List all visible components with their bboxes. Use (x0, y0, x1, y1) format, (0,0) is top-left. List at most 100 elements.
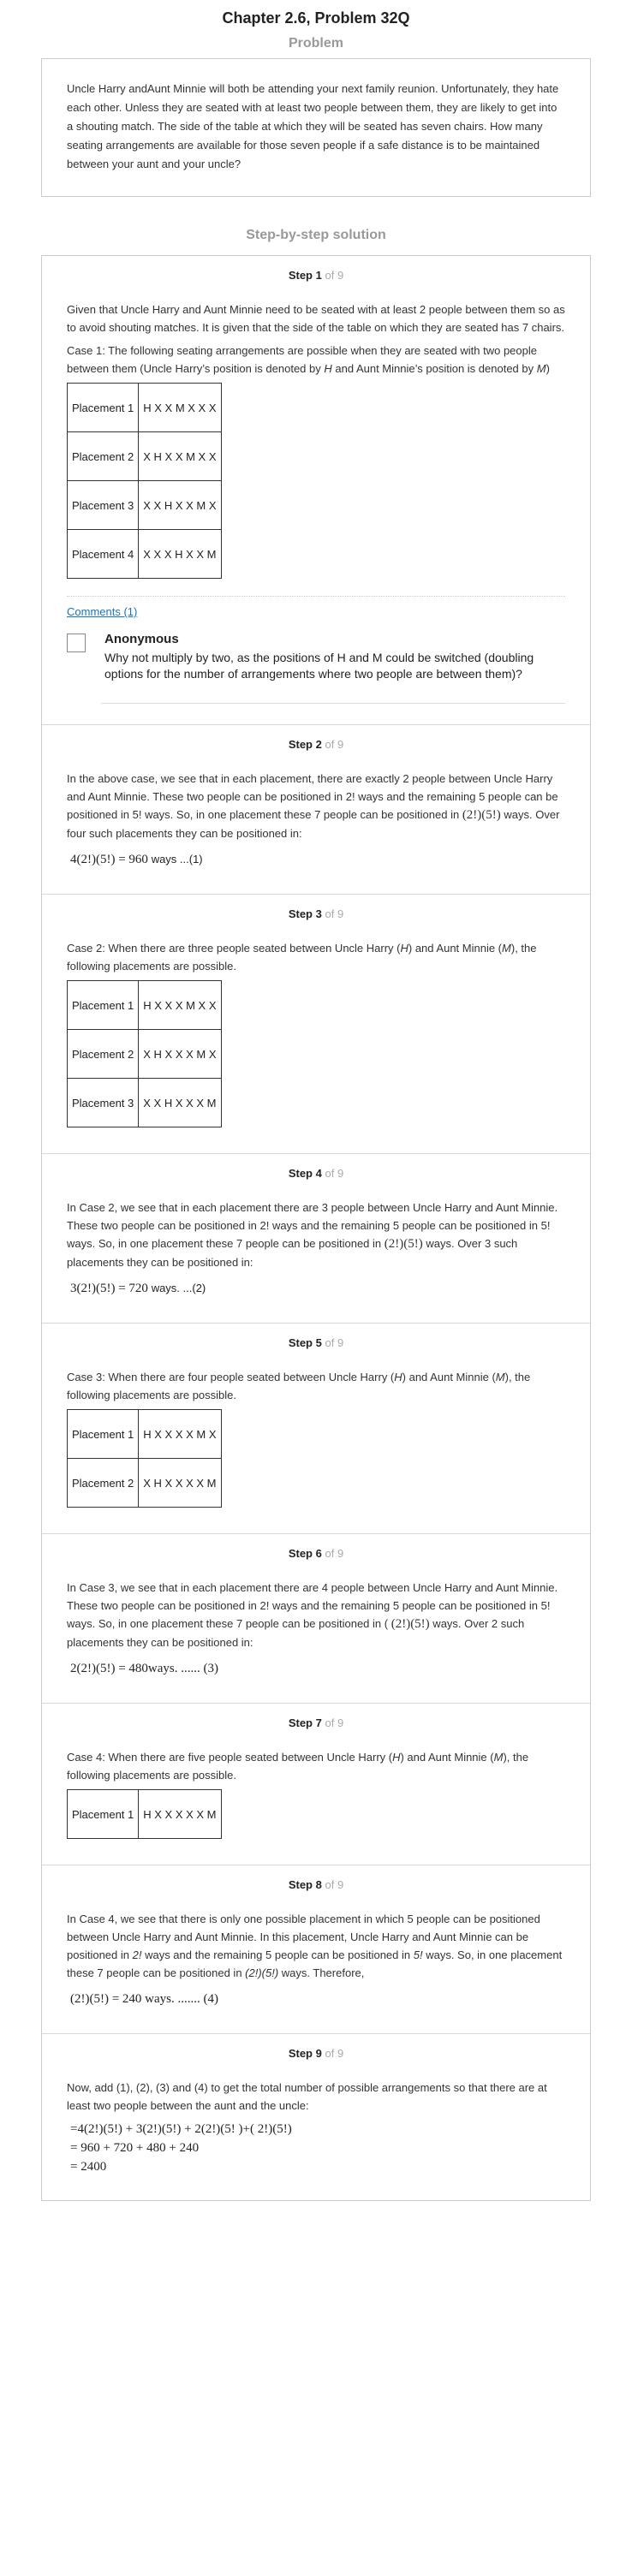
placement-table: Placement 1H X X M X X X Placement 2X H … (66, 383, 222, 579)
step-of: of 9 (325, 1547, 344, 1560)
step-paragraph: In the above case, we see that in each p… (67, 772, 560, 840)
step-of: of 9 (325, 738, 344, 751)
placement-arrangement: X H X X X X M (138, 1458, 222, 1508)
step-header: Step 5 of 9 (288, 1336, 344, 1349)
placement-table: Placement 1H X X X M X X Placement 2X H … (66, 980, 222, 1127)
placement-table: Placement 1H X X X X M X Placement 2X H … (66, 1409, 222, 1508)
placement-arrangement: X X H X X M X (138, 480, 222, 530)
placement-label: Placement 1 (66, 1409, 140, 1459)
table-row: Placement 1H X X X X M X (66, 1409, 222, 1459)
formula: =4(2!)(5!) + 3(2!)(5!) + 2(2!)(5! )+( 2!… (70, 2120, 565, 2176)
step-header: Step 7 of 9 (288, 1716, 344, 1729)
step-of: of 9 (325, 269, 344, 282)
divider (101, 703, 565, 704)
placement-arrangement: X X X H X X M (138, 529, 222, 579)
step-of: of 9 (325, 1336, 344, 1349)
placement-arrangement: X H X X X M X (138, 1029, 222, 1079)
step-2: Step 2 of 9 In the above case, we see th… (42, 725, 590, 895)
step-number: 4 (315, 1167, 322, 1180)
step-8: Step 8 of 9 In Case 4, we see that there… (42, 1865, 590, 2034)
placement-table: Placement 1H X X X X X M (66, 1789, 222, 1839)
formula: 2(2!)(5!) = 480ways. ...... (3) (70, 1662, 218, 1675)
placement-label: Placement 2 (66, 1029, 140, 1079)
step-5: Step 5 of 9 Case 3: When there are four … (42, 1324, 590, 1534)
step-of: of 9 (325, 1716, 344, 1729)
step-number: 1 (315, 269, 322, 282)
step-6: Step 6 of 9 In Case 3, we see that in ea… (42, 1534, 590, 1704)
formula: (2!)(5!) = 240 ways. ....... (4) (70, 1992, 218, 2006)
problem-heading: Problem (288, 36, 343, 51)
step-number: 7 (315, 1716, 322, 1729)
step-header: Step 6 of 9 (288, 1547, 344, 1560)
step-9: Step 9 of 9 Now, add (1), (2), (3) and (… (42, 2034, 590, 2200)
solution-heading: Step-by-step solution (246, 228, 386, 242)
problem-text: Uncle Harry andAunt Minnie will both be … (67, 82, 559, 170)
formula: 3(2!)(5!) = 720 ways. ...(2) (70, 1282, 206, 1295)
step-header: Step 9 of 9 (288, 2047, 344, 2060)
placement-label: Placement 4 (66, 529, 140, 579)
step-paragraph: Case 1: The following seating arrangemen… (67, 344, 550, 375)
step-number: 8 (315, 1878, 322, 1891)
page-title: Chapter 2.6, Problem 32Q (222, 9, 410, 27)
comment-body: Anonymous Why not multiply by two, as th… (104, 632, 565, 682)
step-word: Step (288, 269, 313, 282)
placement-label: Placement 3 (66, 1078, 140, 1127)
placement-label: Placement 1 (66, 980, 140, 1030)
table-row: Placement 2X H X X X X M (66, 1458, 222, 1508)
comment-text: Why not multiply by two, as the position… (104, 651, 534, 681)
step-3: Step 3 of 9 Case 2: When there are three… (42, 895, 590, 1154)
table-row: Placement 3X X H X X M X (66, 480, 222, 530)
step-of: of 9 (325, 1878, 344, 1891)
step-header: Step 3 of 9 (288, 907, 344, 920)
divider (67, 596, 565, 597)
placement-arrangement: H X X M X X X (138, 383, 222, 432)
formula-line: = 960 + 720 + 480 + 240 (70, 2141, 200, 2155)
step-header: Step 4 of 9 (288, 1167, 344, 1180)
step-number: 6 (315, 1547, 322, 1560)
problem-box: Uncle Harry andAunt Minnie will both be … (41, 58, 591, 197)
step-header: Step 8 of 9 (288, 1878, 344, 1891)
formula: 4(2!)(5!) = 960 ways ...(1) (70, 853, 203, 866)
formula-line: =4(2!)(5!) + 3(2!)(5!) + 2(2!)(5! )+( 2!… (70, 2122, 292, 2136)
step-paragraph: Given that Uncle Harry and Aunt Minnie n… (67, 303, 565, 334)
comments-link[interactable]: Comments (1) (67, 605, 137, 618)
placement-arrangement: H X X X X X M (138, 1789, 222, 1839)
step-paragraph: In Case 3, we see that in each placement… (67, 1581, 558, 1649)
table-row: Placement 2X H X X M X X (66, 431, 222, 481)
step-paragraph: Now, add (1), (2), (3) and (4) to get th… (67, 2081, 547, 2112)
steps-box: Step 1 of 9 Given that Uncle Harry and A… (41, 255, 591, 2201)
placement-label: Placement 2 (66, 1458, 140, 1508)
step-paragraph: In Case 4, we see that there is only one… (67, 1913, 563, 1979)
placement-arrangement: H X X X M X X (138, 980, 222, 1030)
step-of: of 9 (325, 2047, 344, 2060)
table-row: Placement 1H X X M X X X (66, 383, 222, 432)
step-header: Step 2 of 9 (288, 738, 344, 751)
table-row: Placement 2X H X X X M X (66, 1029, 222, 1079)
placement-label: Placement 3 (66, 480, 140, 530)
step-paragraph: In Case 2, we see that in each placement… (67, 1201, 558, 1269)
step-paragraph: Case 3: When there are four people seate… (67, 1371, 531, 1401)
step-number: 2 (315, 738, 322, 751)
step-paragraph: Case 2: When there are three people seat… (67, 942, 537, 973)
step-4: Step 4 of 9 In Case 2, we see that in ea… (42, 1154, 590, 1324)
step-number: 9 (315, 2047, 322, 2060)
placement-label: Placement 1 (66, 1789, 140, 1839)
step-7: Step 7 of 9 Case 4: When there are five … (42, 1704, 590, 1865)
step-1: Step 1 of 9 Given that Uncle Harry and A… (42, 256, 590, 725)
placement-label: Placement 1 (66, 383, 140, 432)
step-of: of 9 (325, 1167, 344, 1180)
table-row: Placement 4X X X H X X M (66, 529, 222, 579)
table-row: Placement 1H X X X M X X (66, 980, 222, 1030)
comment-author: Anonymous (104, 632, 179, 646)
placement-arrangement: X X H X X X M (138, 1078, 222, 1127)
table-row: Placement 1H X X X X X M (66, 1789, 222, 1839)
placement-arrangement: X H X X M X X (138, 431, 222, 481)
table-row: Placement 3X X H X X X M (66, 1078, 222, 1127)
formula-line: = 2400 (70, 2160, 107, 2174)
comment: Anonymous Why not multiply by two, as th… (67, 632, 565, 682)
step-of: of 9 (325, 907, 344, 920)
step-paragraph: Case 4: When there are five people seate… (67, 1751, 529, 1782)
step-number: 3 (315, 907, 322, 920)
placement-label: Placement 2 (66, 431, 140, 481)
comment-checkbox[interactable] (67, 634, 86, 652)
